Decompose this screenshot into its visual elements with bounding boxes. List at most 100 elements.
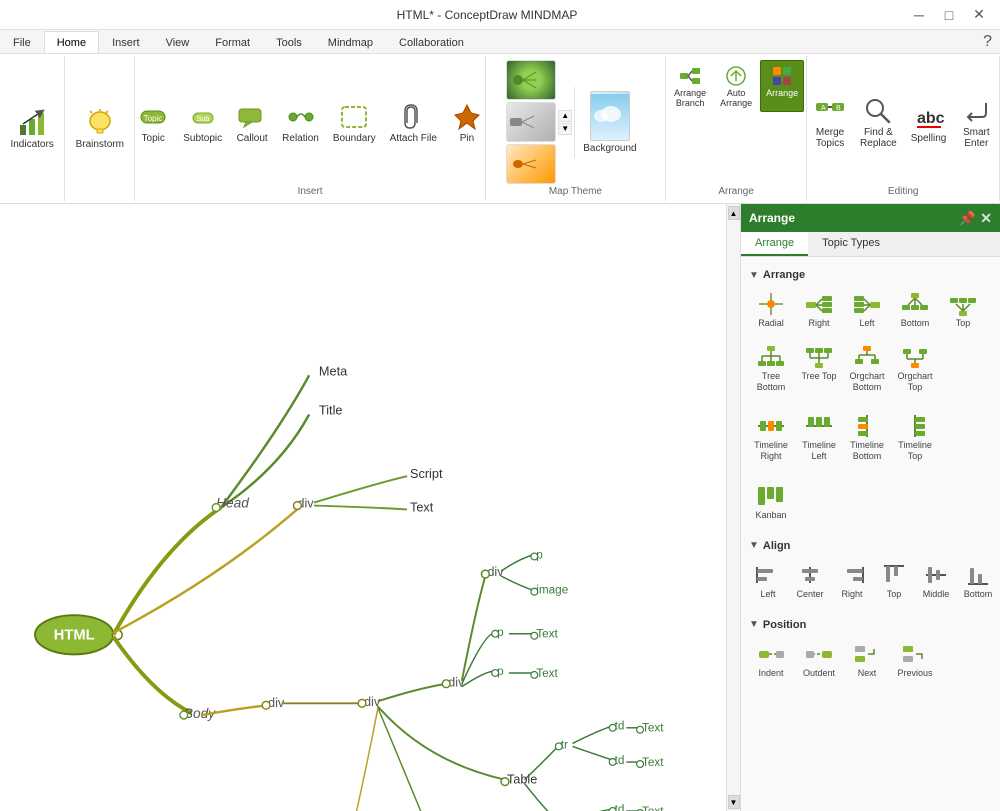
merge-topics-button[interactable]: AB MergeTopics — [808, 91, 852, 153]
subtopic-icon: Sub — [187, 101, 219, 133]
tab-collaboration[interactable]: Collaboration — [386, 31, 477, 53]
right-label: Right — [808, 318, 829, 329]
subtopic-button[interactable]: Sub Subtopic — [177, 97, 228, 148]
map-theme-group-label: Map Theme — [549, 186, 602, 197]
indicators-button[interactable]: Indicators — [4, 103, 59, 154]
tab-home[interactable]: Home — [44, 31, 99, 53]
tab-insert[interactable]: Insert — [99, 31, 153, 53]
arrange-kanban[interactable]: Kanban — [749, 477, 793, 526]
theme-1[interactable] — [506, 60, 556, 100]
scroll-down-button[interactable]: ▼ — [728, 795, 740, 809]
theme-scroll-up[interactable]: ▲ — [558, 110, 572, 122]
attach-file-icon — [397, 101, 429, 133]
align-top-label: Top — [887, 589, 902, 600]
canvas[interactable]: HTML Head Meta Title div Script — [0, 204, 726, 811]
align-left[interactable]: Left — [749, 556, 787, 605]
next-label: Next — [858, 668, 877, 679]
align-right-icon — [836, 561, 868, 589]
topic-button[interactable]: Topic Topic — [131, 97, 175, 148]
timeline-left-icon — [803, 412, 835, 440]
minimize-button[interactable]: ─ — [906, 5, 932, 25]
arrange-label: Arrange — [766, 88, 798, 98]
panel-body: ▼ Arrange Radial Right — [741, 257, 1000, 811]
arrange-tree-bottom[interactable]: Tree Bottom — [749, 338, 793, 398]
brainstorm-button[interactable]: Brainstorm — [70, 103, 130, 154]
relation-button[interactable]: Relation — [276, 97, 325, 148]
panel-tab-arrange[interactable]: Arrange — [741, 232, 808, 256]
tree-bottom-icon — [755, 343, 787, 371]
help-button[interactable]: ? — [975, 31, 1000, 53]
pin-button[interactable]: Pin — [445, 97, 489, 148]
svg-text:Text: Text — [536, 628, 558, 641]
attach-file-button[interactable]: Attach File — [384, 97, 443, 148]
svg-text:Meta: Meta — [319, 363, 348, 378]
smart-enter-button[interactable]: SmartEnter — [954, 91, 998, 153]
position-indent[interactable]: Indent — [749, 635, 793, 684]
kanban-icon — [755, 482, 787, 510]
align-bottom-icon — [962, 561, 994, 589]
arrange-section-header[interactable]: ▼ Arrange — [749, 265, 992, 285]
tab-format[interactable]: Format — [202, 31, 263, 53]
auto-arrange-button[interactable]: AutoArrange — [714, 60, 758, 112]
pin-label: Pin — [460, 133, 474, 144]
align-bottom[interactable]: Bottom — [959, 556, 997, 605]
align-center[interactable]: Center — [791, 556, 829, 605]
panel-tab-topic-types[interactable]: Topic Types — [808, 232, 894, 256]
position-next[interactable]: Next — [845, 635, 889, 684]
align-section-header[interactable]: ▼ Align — [749, 536, 992, 556]
tab-file[interactable]: File — [0, 31, 44, 53]
brainstorm-label: Brainstorm — [76, 139, 124, 150]
panel-pin-button[interactable]: 📌 — [959, 210, 976, 227]
tab-mindmap[interactable]: Mindmap — [315, 31, 386, 53]
theme-2[interactable] — [506, 102, 556, 142]
theme-scroll-down[interactable]: ▼ — [558, 123, 572, 135]
smart-enter-icon — [960, 95, 992, 127]
scroll-up-button[interactable]: ▲ — [728, 206, 740, 220]
arrange-radial[interactable]: Radial — [749, 285, 793, 334]
ribbon-group-editing: AB MergeTopics Find &Replace abc Spellin… — [807, 56, 1000, 201]
align-top[interactable]: Top — [875, 556, 913, 605]
align-left-icon — [752, 561, 784, 589]
arrange-timeline-bottom[interactable]: Timeline Bottom — [845, 407, 889, 467]
arrange-timeline-right[interactable]: Timeline Right — [749, 407, 793, 467]
close-button[interactable]: ✕ — [966, 5, 992, 25]
arrange-branch-button[interactable]: ArrangeBranch — [668, 60, 712, 112]
spelling-button[interactable]: abc Spelling — [905, 97, 953, 148]
arrange-top[interactable]: Top — [941, 285, 985, 334]
background-button[interactable]: Background — [574, 87, 644, 158]
align-right[interactable]: Right — [833, 556, 871, 605]
arrange-left[interactable]: Left — [845, 285, 889, 334]
arrange-bottom[interactable]: Bottom — [893, 285, 937, 334]
scrollbar-track — [729, 220, 739, 795]
arrange-timeline-left[interactable]: Timeline Left — [797, 407, 841, 467]
position-section-header[interactable]: ▼ Position — [749, 615, 992, 635]
panel-close-button[interactable]: ✕ — [980, 210, 992, 227]
arrange-right[interactable]: Right — [797, 285, 841, 334]
svg-text:A: A — [821, 105, 826, 112]
orgchart-top-icon — [899, 343, 931, 371]
svg-text:Head: Head — [216, 495, 249, 510]
theme-3[interactable] — [506, 144, 556, 184]
align-middle-label: Middle — [923, 589, 950, 600]
timeline-top-icon — [899, 412, 931, 440]
tab-view[interactable]: View — [153, 31, 203, 53]
find-replace-button[interactable]: Find &Replace — [854, 91, 903, 153]
ribbon-group-arrange: ArrangeBranch AutoArrange Arrange — [666, 56, 807, 201]
arrange-tree-top[interactable]: Tree Top — [797, 338, 841, 398]
radial-label: Radial — [758, 318, 784, 329]
arrange-group-label: Arrange — [718, 186, 754, 197]
tree-top-label: Tree Top — [801, 371, 836, 382]
callout-button[interactable]: Callout — [230, 97, 274, 148]
align-middle[interactable]: Middle — [917, 556, 955, 605]
position-previous[interactable]: Previous — [893, 635, 937, 684]
auto-arrange-label: AutoArrange — [720, 88, 752, 108]
arrange-orgchart-top[interactable]: Orgchart Top — [893, 338, 937, 398]
arrange-button[interactable]: Arrange — [760, 60, 804, 112]
tab-tools[interactable]: Tools — [263, 31, 315, 53]
arrange-orgchart-bottom[interactable]: Orgchart Bottom — [845, 338, 889, 398]
position-outdent[interactable]: Outdent — [797, 635, 841, 684]
outdent-icon — [803, 640, 835, 668]
boundary-button[interactable]: Boundary — [327, 97, 382, 148]
arrange-timeline-top[interactable]: Timeline Top — [893, 407, 937, 467]
restore-button[interactable]: □ — [936, 5, 962, 25]
